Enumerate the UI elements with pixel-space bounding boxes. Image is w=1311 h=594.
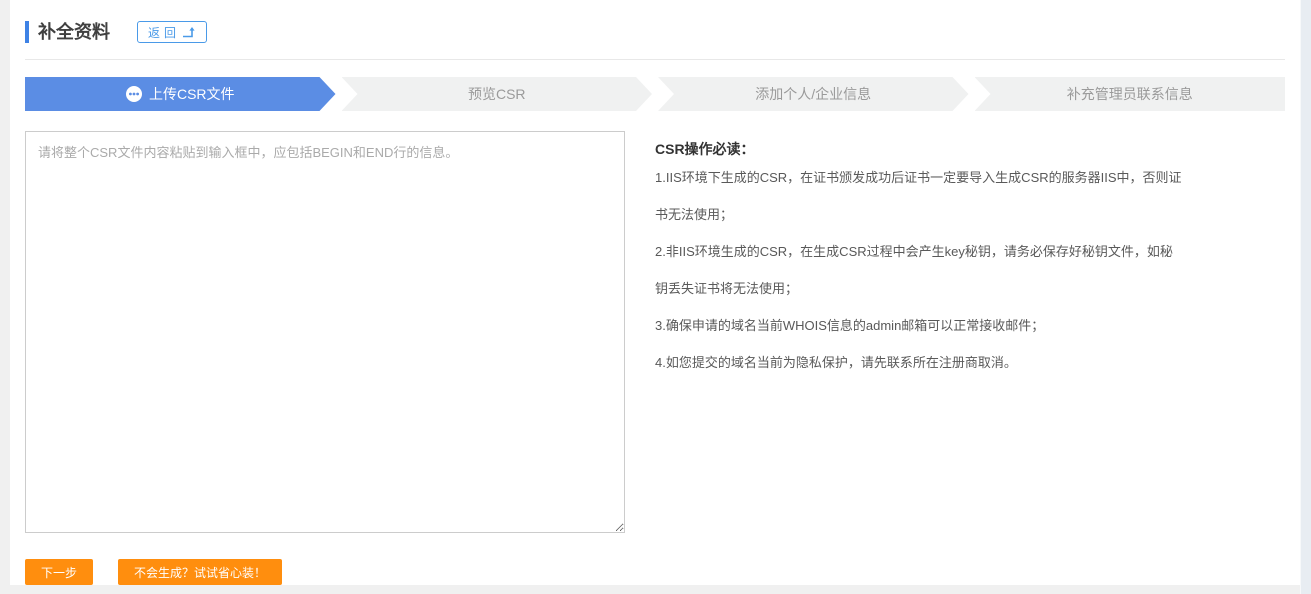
ellipsis-circle-icon: [126, 86, 142, 102]
notice-line: 钥丢失证书将无法使用；: [655, 270, 1225, 307]
page-title: 补全资料: [25, 21, 110, 43]
notice-line: 3.确保申请的域名当前WHOIS信息的admin邮箱可以正常接收邮件；: [655, 307, 1225, 344]
easy-install-button[interactable]: 不会生成？试试省心装！: [118, 559, 282, 585]
step-preview-csr[interactable]: 预览CSR: [342, 77, 653, 111]
csr-notice-panel: CSR操作必读： 1.IIS环境下生成的CSR，在证书颁发成功后证书一定要导入生…: [655, 131, 1225, 381]
next-step-button[interactable]: 下一步: [25, 559, 93, 585]
page-header: 补全资料 返回: [25, 0, 1285, 50]
step-add-info[interactable]: 添加个人/企业信息: [658, 77, 969, 111]
notice-line: 4.如您提交的域名当前为隐私保护，请先联系所在注册商取消。: [655, 344, 1225, 381]
footer-actions: 下一步 不会生成？试试省心装！: [25, 559, 1285, 585]
notice-title: CSR操作必读：: [655, 139, 1225, 159]
header-divider: [25, 59, 1285, 60]
step-wizard: 上传CSR文件 预览CSR 添加个人/企业信息 补充管理员联系信息: [25, 77, 1285, 111]
step-upload-csr[interactable]: 上传CSR文件: [25, 77, 336, 111]
step-label: 添加个人/企业信息: [755, 84, 871, 104]
step-admin-contact[interactable]: 补充管理员联系信息: [975, 77, 1286, 111]
step-label: 预览CSR: [468, 84, 526, 104]
content-panel: 补全资料 返回 上传CSR文件 预览CSR 添加个人/企业信息: [10, 0, 1300, 585]
notice-line: 书无法使用；: [655, 196, 1225, 233]
back-button[interactable]: 返回: [137, 21, 207, 43]
csr-input[interactable]: [25, 131, 625, 533]
page-scrollbar[interactable]: [1300, 0, 1311, 594]
main-content: CSR操作必读： 1.IIS环境下生成的CSR，在证书颁发成功后证书一定要导入生…: [25, 131, 1285, 533]
notice-line: 1.IIS环境下生成的CSR，在证书颁发成功后证书一定要导入生成CSR的服务器I…: [655, 159, 1225, 196]
return-arrow-icon: [182, 26, 196, 38]
back-button-label: 返回: [148, 24, 180, 41]
step-label: 补充管理员联系信息: [1067, 84, 1193, 104]
step-label: 上传CSR文件: [149, 84, 235, 104]
notice-line: 2.非IIS环境生成的CSR，在生成CSR过程中会产生key秘钥，请务必保存好秘…: [655, 233, 1225, 270]
